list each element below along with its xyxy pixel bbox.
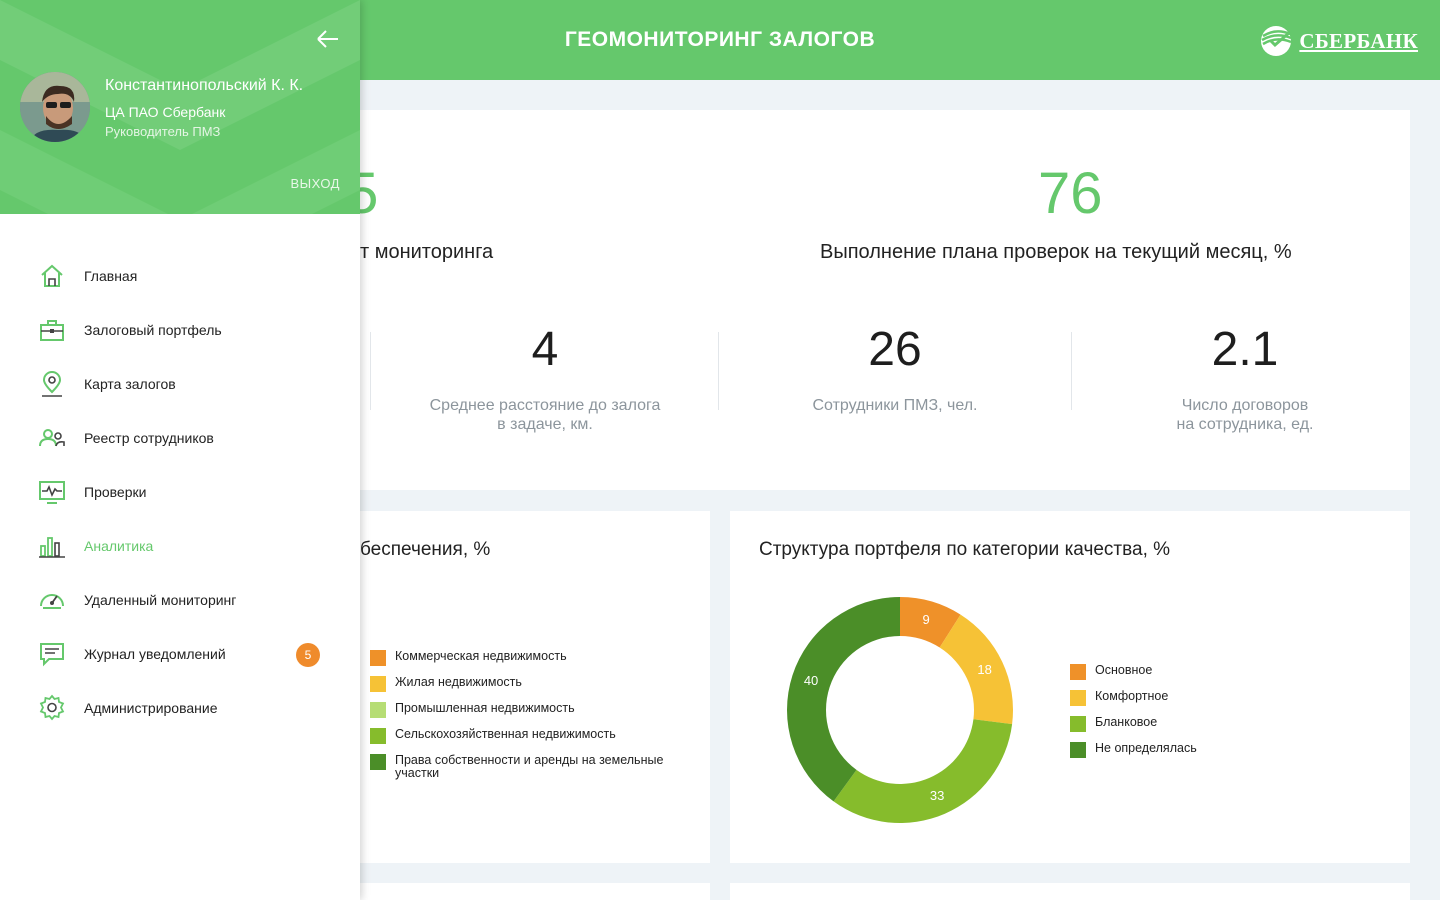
divider: [718, 332, 719, 410]
stat-distance-value: 4: [531, 323, 559, 376]
donut-slice-label: 40: [804, 673, 818, 688]
legend-item: Права собственности и аренды на земельны…: [370, 754, 690, 780]
nav-item-remote-monitoring[interactable]: Удаленный мониторинг: [0, 573, 360, 627]
user-name: Константинопольский К. К.: [105, 77, 304, 94]
legend-item: Коммерческая недвижимость: [370, 650, 690, 666]
nav-label: Удаленный мониторинг: [84, 592, 237, 608]
nav-label: Администрирование: [84, 700, 218, 716]
legend-swatch: [1070, 664, 1086, 680]
legend-swatch: [370, 754, 386, 770]
donut-slice[interactable]: [939, 614, 1013, 725]
legend-item: Бланковое: [1070, 716, 1370, 732]
nav-label: Главная: [84, 268, 138, 284]
nav-label: Проверки: [84, 484, 147, 500]
nav-item-staff-registry[interactable]: Реестр сотрудников: [0, 411, 360, 465]
message-icon: [40, 643, 64, 667]
side-drawer: Константинопольский К. К. ЦА ПАО Сбербан…: [0, 0, 360, 900]
gear-icon: [39, 694, 65, 721]
chart-legend: Основное Комфортное Бланковое Не определ…: [1070, 664, 1370, 768]
users-icon: [39, 429, 65, 447]
legend-swatch: [370, 676, 386, 692]
donut-slice[interactable]: [787, 597, 900, 802]
nav-item-analytics[interactable]: Аналитика: [0, 519, 360, 573]
nav-item-home[interactable]: Главная: [0, 249, 360, 303]
legend-swatch: [370, 728, 386, 744]
legend-swatch: [1070, 716, 1086, 732]
legend-swatch: [1070, 742, 1086, 758]
donut-slice[interactable]: [833, 719, 1013, 823]
nav-item-portfolio[interactable]: Залоговый портфель: [0, 303, 360, 357]
map-pin-icon: [42, 371, 62, 397]
bar-chart-icon: [39, 537, 65, 558]
chart-legend: Коммерческая недвижимость Жилая недвижим…: [370, 650, 690, 790]
nav-label: Журнал уведомлений: [84, 646, 226, 662]
legend-item: Не определялась: [1070, 742, 1370, 758]
legend-swatch: [1070, 690, 1086, 706]
avatar[interactable]: [20, 72, 90, 142]
card-title: Структура портфеля по категории качества…: [759, 539, 1171, 560]
nav-label: Реестр сотрудников: [84, 430, 214, 446]
user-role: Руководитель ПМЗ: [105, 124, 221, 139]
divider: [1071, 332, 1072, 410]
brand-logo[interactable]: СБЕРБАНК: [1259, 24, 1418, 58]
stat-staff-value: 26: [868, 323, 922, 376]
donut-slice-label: 9: [922, 612, 929, 627]
stat-contracts-value: 2.1: [1211, 323, 1279, 376]
nav-item-map[interactable]: Карта залогов: [0, 357, 360, 411]
nav-label: Аналитика: [84, 538, 154, 554]
logout-button[interactable]: ВЫХОД: [290, 176, 340, 191]
legend-item: Сельскохозяйственная недвижимость: [370, 728, 690, 744]
nav-item-checks[interactable]: Проверки: [0, 465, 360, 519]
legend-item: Основное: [1070, 664, 1370, 680]
brand-name: СБЕРБАНК: [1299, 28, 1418, 53]
legend-item: Жилая недвижимость: [370, 676, 690, 692]
kpi-plan-label: Выполнение плана проверок на текущий мес…: [820, 241, 1292, 263]
card-title: беспечения, %: [360, 539, 491, 560]
user-photo-icon: [20, 72, 90, 142]
donut-slice-label: 18: [977, 662, 991, 677]
nav-item-administration[interactable]: Администрирование: [0, 681, 360, 735]
speedometer-icon: [40, 594, 64, 609]
divider: [370, 332, 371, 410]
legend-item: Комфортное: [1070, 690, 1370, 706]
nav-label: Залоговый портфель: [84, 322, 222, 338]
back-arrow-icon[interactable]: [316, 29, 340, 49]
stat-staff-label: Сотрудники ПМЗ, чел.: [812, 397, 978, 414]
drawer-header: Константинопольский К. К. ЦА ПАО Сбербан…: [0, 0, 360, 214]
briefcase-icon: [40, 320, 64, 341]
stat-contracts-label: Число договоров на сотрудника, ед.: [1176, 397, 1314, 433]
legend-swatch: [370, 702, 386, 718]
user-organization: ЦА ПАО Сбербанк: [105, 104, 226, 120]
monitor-pulse-icon: [39, 481, 65, 504]
drawer-nav: Главная Залоговый портфель Карта залогов: [0, 249, 360, 735]
kpi-main-left-label: т мониторинга: [360, 241, 494, 263]
nav-item-notifications[interactable]: Журнал уведомлений 5: [0, 627, 360, 681]
card-placeholder: [730, 883, 1410, 900]
kpi-plan-value: 76: [1038, 161, 1103, 226]
donut-slice-label: 33: [930, 788, 944, 803]
legend-item: Промышленная недвижимость: [370, 702, 690, 718]
quality-donut-chart: 9 18 33 40: [787, 597, 1013, 823]
stat-distance-label: Среднее расстояние до залога в задаче, км…: [429, 397, 661, 433]
sberbank-logo-icon: [1261, 26, 1292, 56]
notification-count-badge: 5: [296, 643, 320, 667]
home-icon: [41, 264, 63, 287]
legend-swatch: [370, 650, 386, 666]
nav-label: Карта залогов: [84, 376, 176, 392]
